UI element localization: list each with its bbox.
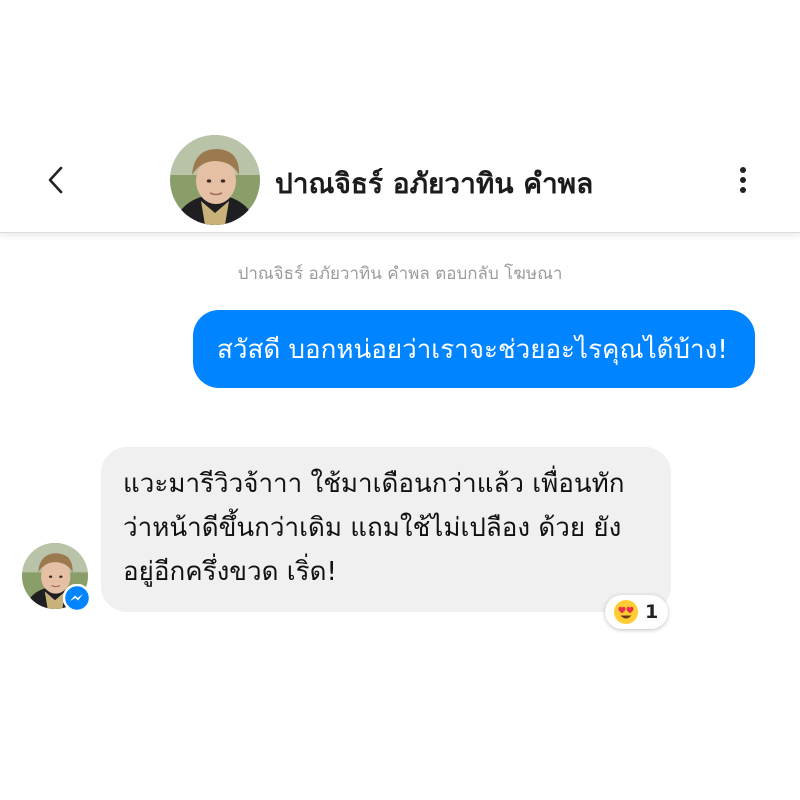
heart-eyes-emoji-icon <box>614 600 638 624</box>
vertical-dots-icon <box>740 167 746 193</box>
contact-avatar[interactable] <box>170 135 260 225</box>
chevron-left-icon <box>48 166 63 194</box>
contact-name[interactable]: ปาณจิธร์ อภัยวาทิน คำพล <box>275 162 593 206</box>
incoming-message-text: แวะมารีวิวจ้าาา ใช้มาเดือนกว่าแล้ว เพื่อ… <box>123 469 625 587</box>
incoming-message-bubble[interactable]: แวะมารีวิวจ้าาา ใช้มาเดือนกว่าแล้ว เพื่อ… <box>101 447 671 612</box>
reaction-badge[interactable]: 1 <box>605 595 669 629</box>
messenger-icon <box>62 583 92 613</box>
outgoing-message-bubble[interactable]: สวัสดี บอกหน่อยว่าเราจะช่วยอะไรคุณได้บ้า… <box>193 310 755 388</box>
chat-screen: ปาณจิธร์ อภัยวาทิน คำพล ปาณจิธร์ อภัยวาท… <box>0 0 800 800</box>
more-options-button[interactable] <box>728 162 758 198</box>
outgoing-message-text: สวัสดี บอกหน่อยว่าเราจะช่วยอะไรคุณได้บ้า… <box>217 335 728 365</box>
ad-reply-note: ปาณจิธร์ อภัยวาทิน คำพล ตอบกลับ โฆษณา <box>237 264 563 284</box>
chat-header: ปาณจิธร์ อภัยวาทิน คำพล <box>0 0 800 233</box>
reaction-count: 1 <box>645 601 659 623</box>
back-button[interactable] <box>36 160 76 200</box>
